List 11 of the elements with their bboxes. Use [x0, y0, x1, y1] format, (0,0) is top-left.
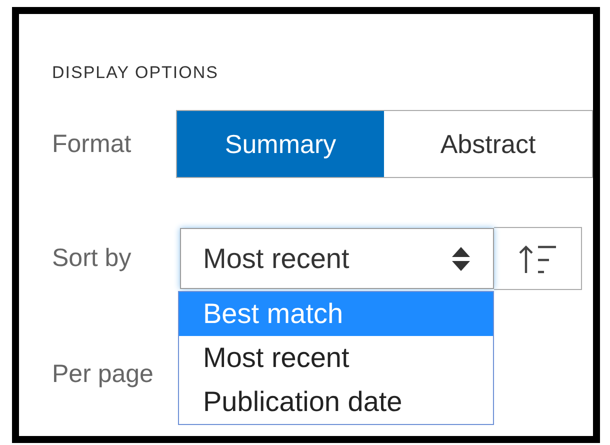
format-option[interactable]: Summary	[177, 111, 384, 177]
section-title: DISPLAY OPTIONS	[52, 63, 220, 83]
field-label: Format	[52, 130, 132, 158]
sort-ascending-icon	[518, 244, 558, 274]
dropdown-option[interactable]: Publication date	[179, 380, 493, 424]
field-label: Per page	[52, 360, 154, 389]
field-label: Sort by	[52, 244, 132, 273]
dropdown-option[interactable]: Most recent	[179, 336, 493, 380]
sort-select[interactable]: Most recent	[180, 228, 494, 289]
up-down-icon	[451, 246, 471, 272]
sort-direction-button[interactable]	[494, 227, 582, 290]
